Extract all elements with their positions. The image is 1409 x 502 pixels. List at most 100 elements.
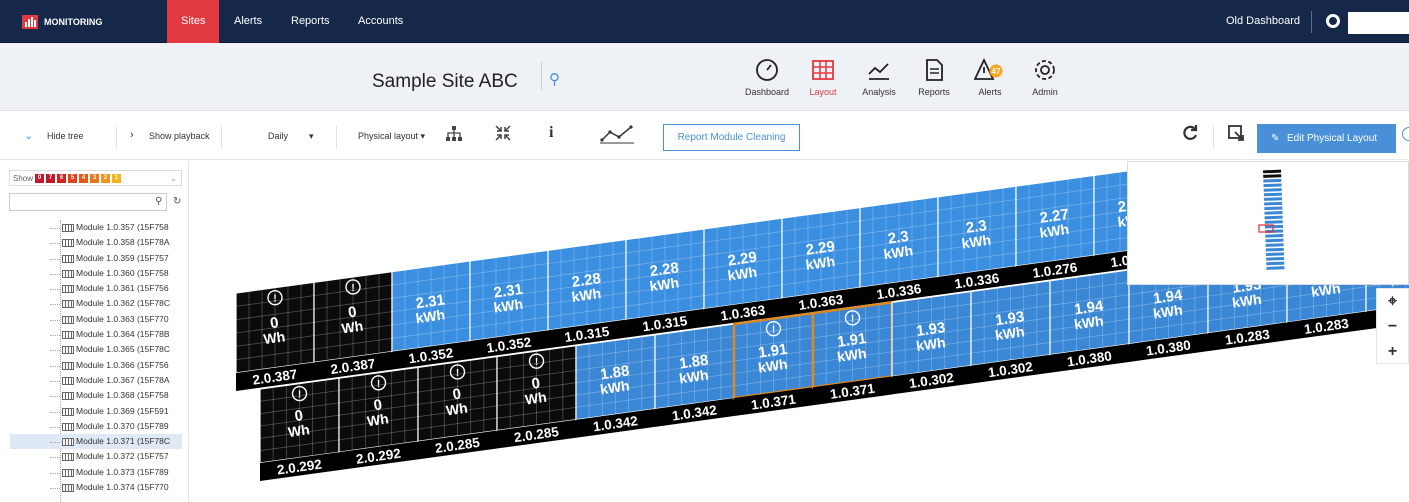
filter-badge-7[interactable]: 7 <box>46 173 56 183</box>
tree-module-item[interactable]: Module 1.0.357 (15F758 <box>10 220 182 235</box>
app-logo[interactable]: MONITORING <box>22 15 102 29</box>
tree-module-item[interactable]: Module 1.0.368 (15F758 <box>10 388 182 403</box>
solar-panel[interactable]: 2.31kWh1.0.352 <box>469 249 549 359</box>
recenter-icon[interactable]: ⌖ <box>1377 289 1408 314</box>
old-dashboard-link[interactable]: Old Dashboard <box>1226 0 1300 43</box>
tree-module-item[interactable]: Module 1.0.373 (15F789 <box>10 465 182 480</box>
solar-panel[interactable]: 2.29kWh1.0.363 <box>781 206 861 317</box>
nav-sites[interactable]: Sites <box>167 0 220 43</box>
filter-badge-1[interactable]: 1 <box>112 173 122 183</box>
tree-module-item[interactable]: Module 1.0.367 (15F78A <box>10 373 182 388</box>
layout-minimap[interactable] <box>1127 161 1409 285</box>
tree-module-item[interactable]: Module 1.0.358 (15F78A <box>10 235 182 250</box>
solar-panel[interactable]: 1.94kWh1.0.380 <box>1049 269 1130 373</box>
reports-document-icon <box>926 59 943 81</box>
tree-module-item[interactable]: Module 1.0.369 (15F591 <box>10 404 182 419</box>
module-grid-icon <box>62 331 74 340</box>
layout-mode-select[interactable]: Physical layout ▾ <box>358 131 425 142</box>
tool-admin[interactable]: Admin <box>1015 58 1075 97</box>
minimap-panel <box>1263 183 1282 188</box>
tree-module-item[interactable]: Module 1.0.362 (15F78C <box>10 296 182 311</box>
solar-panel[interactable]: !0Wh2.0.285 <box>496 345 577 449</box>
solar-panel[interactable]: !0Wh2.0.387 <box>235 281 315 391</box>
solar-panel[interactable]: 1.88kWh1.0.342 <box>575 334 656 438</box>
layout-grid-icon <box>812 60 834 80</box>
solar-panel[interactable]: 2.27kWh1.0.276 <box>1015 174 1095 285</box>
info-icon[interactable]: i <box>549 124 553 142</box>
tool-reports[interactable]: Reports <box>904 58 964 97</box>
filter-badge-5[interactable]: 5 <box>68 173 78 183</box>
tree-module-item[interactable]: Module 1.0.366 (15F756 <box>10 358 182 373</box>
solar-panel[interactable]: !0Wh2.0.387 <box>313 270 393 381</box>
tree-module-label: Module 1.0.357 (15F758 <box>76 222 169 232</box>
filter-badge-2[interactable]: 2 <box>101 173 111 183</box>
solar-panel[interactable]: 2.28kWh1.0.315 <box>547 238 627 349</box>
edit-physical-layout-button[interactable]: ✎ Edit Physical Layout <box>1257 124 1396 153</box>
show-playback-button[interactable]: Show playback <box>149 131 210 141</box>
minimap-panel <box>1264 215 1283 220</box>
solar-panel[interactable]: 2.3kWh1.0.336 <box>859 196 939 306</box>
solar-panel[interactable]: !1.91kWh1.0.371 <box>811 301 894 406</box>
filter-badge-0[interactable]: 0 <box>35 173 45 183</box>
tree-module-item[interactable]: Module 1.0.363 (15F770 <box>10 312 182 327</box>
export-icon[interactable] <box>1227 124 1245 144</box>
tree-module-item[interactable]: Module 1.0.374 (15F770 <box>10 480 182 495</box>
tree-module-item[interactable]: Module 1.0.361 (15F756 <box>10 281 182 296</box>
tool-analysis[interactable]: Analysis <box>849 58 909 97</box>
tree-module-item[interactable]: Module 1.0.359 (15F757 <box>10 251 182 266</box>
solar-panel[interactable]: 2.29kWh1.0.363 <box>703 217 783 327</box>
period-select[interactable]: Daily <box>268 131 288 141</box>
tree-module-item[interactable]: Module 1.0.372 (15F757 <box>10 449 182 464</box>
help-lifebuoy-icon[interactable] <box>1326 14 1340 28</box>
solar-panel[interactable]: 1.93kWh1.0.302 <box>970 280 1051 384</box>
minimap-panel <box>1265 234 1284 238</box>
help-circle-icon[interactable] <box>1402 127 1409 141</box>
show-dropdown-icon[interactable]: ⌄ <box>170 174 177 183</box>
solar-panel[interactable]: 2.28kWh1.0.315 <box>625 228 705 338</box>
panel-energy-unit: Wh <box>287 421 311 440</box>
report-module-cleaning-button[interactable]: Report Module Cleaning <box>663 124 800 151</box>
hierarchy-icon[interactable] <box>445 125 463 145</box>
show-filter-row[interactable]: Show 0 7 6 5 4 3 2 1 ⌄ <box>9 170 182 186</box>
solar-panel[interactable]: !1.91kWh1.0.371 <box>732 311 815 417</box>
solar-panel[interactable]: 2.3kWh1.0.336 <box>937 185 1017 295</box>
solar-panel[interactable]: !0Wh2.0.292 <box>338 366 419 471</box>
trend-line-icon[interactable] <box>600 124 634 146</box>
chevron-down-icon[interactable]: ⌄ <box>24 129 33 142</box>
zoom-out-button[interactable]: − <box>1377 314 1408 339</box>
solar-panel[interactable]: !0Wh2.0.292 <box>259 377 340 481</box>
zoom-controls: ⌖ − + <box>1376 288 1409 364</box>
tree-search-icon[interactable]: ⚲ <box>155 196 162 207</box>
filter-badge-4[interactable]: 4 <box>79 173 89 183</box>
tool-alerts[interactable]: 47 Alerts <box>960 58 1020 97</box>
hide-tree-button[interactable]: Hide tree <box>47 131 84 141</box>
tree-module-item[interactable]: Module 1.0.365 (15F78C <box>10 342 182 357</box>
tree-module-item[interactable]: Module 1.0.371 (15F78C <box>10 434 182 450</box>
nav-reports[interactable]: Reports <box>277 0 344 43</box>
filter-badge-3[interactable]: 3 <box>90 173 100 183</box>
chevron-right-icon[interactable]: › <box>130 129 134 141</box>
zoom-in-button[interactable]: + <box>1377 339 1408 364</box>
collapse-arrows-icon[interactable] <box>494 124 512 144</box>
tree-module-item[interactable]: Module 1.0.364 (15F78B <box>10 327 182 342</box>
nav-accounts[interactable]: Accounts <box>344 0 417 43</box>
tree-module-item[interactable]: Module 1.0.370 (15F789 <box>10 419 182 434</box>
site-search-icon[interactable]: ⚲ <box>549 70 560 88</box>
solar-panel[interactable]: 1.88kWh1.0.342 <box>654 323 735 427</box>
nav-divider <box>1311 11 1312 33</box>
tree-reset-icon[interactable]: ↻ <box>173 196 181 207</box>
refresh-icon[interactable] <box>1181 124 1199 144</box>
tree-module-item[interactable]: Module 1.0.360 (15F758 <box>10 266 182 281</box>
solar-panel[interactable]: !0Wh2.0.285 <box>417 355 498 460</box>
solar-panel[interactable]: 1.93kWh1.0.302 <box>891 290 972 395</box>
module-grid-icon <box>62 392 74 401</box>
nav-alerts[interactable]: Alerts <box>220 0 276 43</box>
filter-badge-6[interactable]: 6 <box>57 173 67 183</box>
nav-search-input[interactable] <box>1348 12 1409 34</box>
solar-panel[interactable]: 2.31kWh1.0.352 <box>391 260 471 370</box>
edit-physical-layout-label: Edit Physical Layout <box>1287 133 1378 144</box>
tree-search-input[interactable] <box>9 193 167 211</box>
tool-layout[interactable]: Layout <box>793 58 853 97</box>
tool-dashboard[interactable]: Dashboard <box>737 58 797 97</box>
period-dropdown-icon[interactable]: ▾ <box>309 131 314 142</box>
